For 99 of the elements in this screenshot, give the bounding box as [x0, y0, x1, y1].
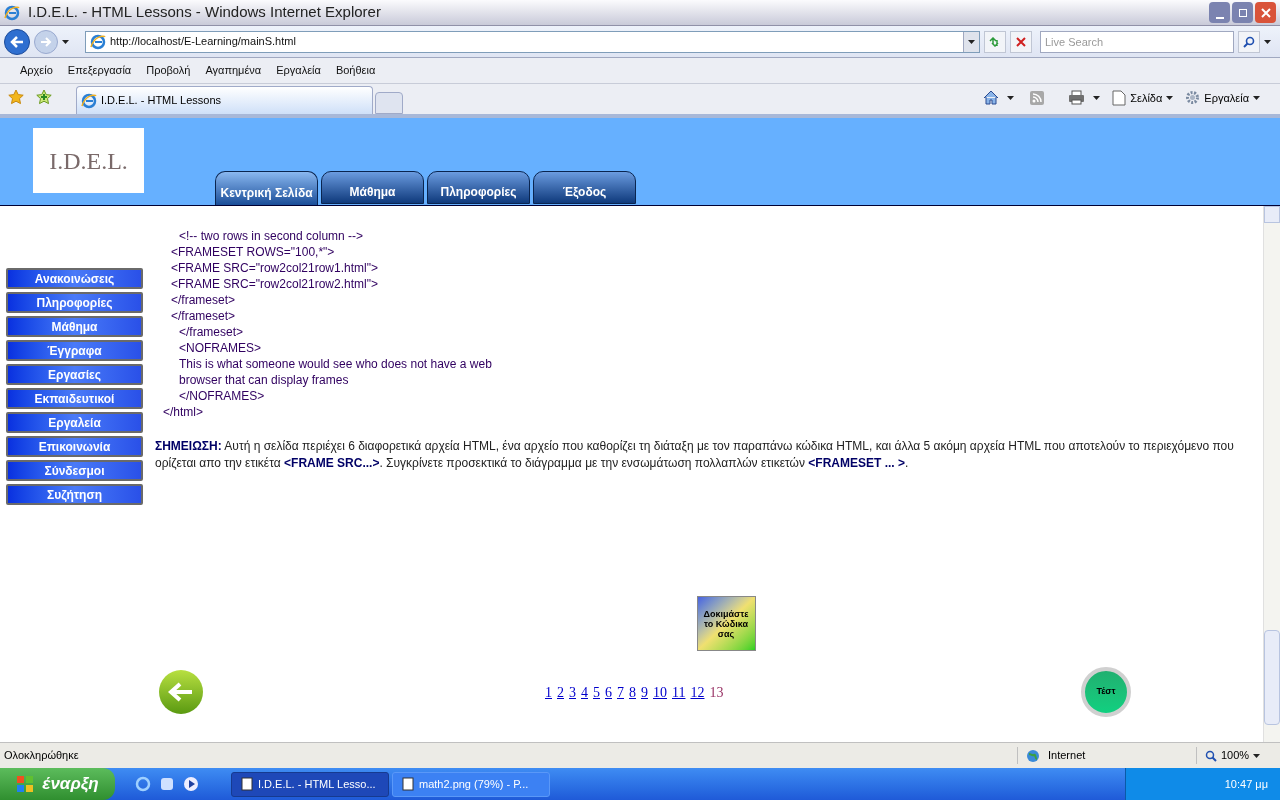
- page-link[interactable]: 1: [545, 681, 552, 703]
- page-icon: [1112, 89, 1127, 106]
- search-button[interactable]: [1238, 30, 1260, 53]
- menu-item[interactable]: Αγαπημένα: [205, 62, 262, 79]
- caret-icon[interactable]: [968, 39, 975, 44]
- magnifier-icon: [1205, 749, 1217, 762]
- taskbar-task[interactable]: I.D.E.L. - HTML Lesso...: [231, 771, 389, 797]
- caret-icon[interactable]: [62, 39, 69, 44]
- stop-icon: [1016, 36, 1026, 47]
- test-button[interactable]: Τέστ: [1081, 667, 1131, 717]
- page-link[interactable]: 3: [569, 681, 576, 703]
- browser-tab[interactable]: I.D.E.L. - HTML Lessons: [76, 86, 373, 114]
- play-icon[interactable]: [183, 776, 199, 792]
- clock: 10:47 μμ: [1224, 776, 1268, 792]
- code-line: </frameset>: [170, 292, 237, 308]
- caret-icon[interactable]: [1093, 95, 1101, 100]
- code-line: browser that can display frames: [178, 372, 350, 388]
- page-link[interactable]: 12: [690, 681, 705, 703]
- caret-icon[interactable]: [1264, 39, 1271, 44]
- sidebar-button[interactable]: Πληροφορίες: [6, 292, 143, 313]
- refresh-button[interactable]: [984, 30, 1006, 53]
- refresh-icon: [989, 36, 1001, 47]
- windows-logo-icon: [16, 775, 35, 793]
- restore-button[interactable]: [1232, 2, 1253, 23]
- caret-icon[interactable]: [1253, 753, 1261, 758]
- home-icon[interactable]: [983, 90, 1000, 106]
- note-paragraph: ΣΗΜΕΙΩΣΗ: Αυτή η σελίδα περιέχει 6 διαφορετικά αρχεία HTML, ένα αρχείο που καθορίζει τη διάταξη με τον παραπάνω κώδικα HTML, και άλλα 5 ακόμη αρχεία HTML που αποτελούν το περιεχόμενο που ορίζεται απο την ετικέτα <FRAME SRC...>. Συγκρίνετε προσεκτικά το διάγραμμα με την ενσωμάτωση πολλαπλών ετικετών <FRAMESET ... >.: [155, 438, 1235, 472]
- window-icon[interactable]: [159, 776, 175, 792]
- code-line: </frameset>: [170, 308, 237, 324]
- page-link[interactable]: 6: [605, 681, 612, 703]
- code-line: <FRAMESET ROWS="100,*">: [170, 244, 336, 260]
- sidebar-button[interactable]: Σύνδεσμοι: [6, 460, 143, 481]
- caret-icon[interactable]: [1166, 95, 1174, 100]
- close-button[interactable]: [1255, 2, 1276, 23]
- minimize-button[interactable]: [1209, 2, 1230, 23]
- page-link[interactable]: 11: [672, 681, 686, 703]
- menu-item[interactable]: Βοήθεια: [335, 62, 376, 79]
- scrollbar[interactable]: [1263, 206, 1280, 742]
- code-line: <NOFRAMES>: [178, 340, 263, 356]
- zoom-button[interactable]: 100%: [1196, 747, 1276, 764]
- page-link[interactable]: 7: [617, 681, 624, 703]
- search-field[interactable]: Live Search: [1040, 30, 1234, 53]
- caret-icon[interactable]: [1253, 95, 1260, 100]
- code-line: This is what someone would see who does not have a web: [178, 356, 493, 372]
- taskbar-task[interactable]: math2.png (79%) - P...: [392, 771, 550, 797]
- forward-arrow-icon: [40, 36, 52, 47]
- close-icon: [1260, 7, 1271, 18]
- search-icon: [1243, 35, 1255, 48]
- nav-tab[interactable]: Μάθημα: [321, 171, 424, 204]
- left-arrow-icon: [168, 682, 194, 702]
- menu-item[interactable]: Επεξεργασία: [67, 62, 132, 79]
- page-link[interactable]: 5: [593, 681, 600, 703]
- try-code-button[interactable]: Δοκιμάστε το Κώδικα σας: [696, 596, 756, 651]
- printer-icon[interactable]: [1068, 90, 1086, 106]
- dropdown-button[interactable]: [963, 31, 979, 52]
- code-line: </html>: [163, 404, 205, 420]
- address-field[interactable]: http://localhost/E-Learning/mainS.html: [85, 30, 980, 53]
- sidebar-button[interactable]: Έγγραφα: [6, 340, 143, 361]
- zone-label: Internet: [1048, 748, 1087, 764]
- sidebar-button[interactable]: Συζήτηση: [6, 484, 143, 505]
- code-line: <FRAME SRC="row2col21row2.html">: [170, 276, 379, 292]
- scroll-thumb[interactable]: [1264, 630, 1280, 725]
- add-favorite-icon[interactable]: [36, 89, 52, 105]
- sidebar-button[interactable]: Μάθημα: [6, 316, 143, 337]
- nav-tab[interactable]: Πληροφορίες: [427, 171, 530, 204]
- page-link[interactable]: 10: [653, 681, 667, 703]
- window-title: I.D.E.L. - HTML Lessons - Windows Internet Explorer: [28, 2, 381, 23]
- nav-tab[interactable]: Κεντρική Σελίδα: [215, 171, 318, 205]
- page-link[interactable]: 9: [641, 681, 648, 703]
- tools-menu-button[interactable]: Εργαλεία: [1185, 89, 1260, 106]
- code-line: <FRAME SRC="row2col21row1.html">: [170, 260, 379, 276]
- page-link[interactable]: 13: [709, 681, 724, 703]
- nav-tab[interactable]: Έξοδος: [533, 171, 636, 204]
- sidebar-button[interactable]: Ανακοινώσεις: [6, 268, 143, 289]
- caret-icon[interactable]: [1007, 95, 1015, 100]
- favorites-star-icon[interactable]: [8, 89, 24, 105]
- page-link[interactable]: 4: [581, 681, 588, 703]
- page-menu-button[interactable]: Σελίδα: [1112, 89, 1174, 106]
- status-text: Ολοκληρώθηκε: [4, 748, 79, 764]
- back-button[interactable]: [4, 28, 30, 55]
- sidebar-button[interactable]: Επικοινωνία: [6, 436, 143, 457]
- page-link[interactable]: 8: [629, 681, 636, 703]
- code-line: <!-- two rows in second column -->: [178, 228, 365, 244]
- stop-button[interactable]: [1010, 30, 1032, 53]
- back-button[interactable]: [159, 670, 203, 714]
- sidebar-button[interactable]: Εκπαιδευτικοί: [6, 388, 143, 409]
- code-line: </frameset>: [178, 324, 245, 340]
- menu-item[interactable]: Εργαλεία: [276, 62, 321, 79]
- page-link[interactable]: 2: [557, 681, 564, 703]
- menu-item[interactable]: Αρχείο: [20, 62, 53, 79]
- menu-item[interactable]: Προβολή: [146, 62, 191, 79]
- sidebar-button[interactable]: Εργασίες: [6, 364, 143, 385]
- globe-icon: [1026, 748, 1040, 763]
- code-line: </NOFRAMES>: [178, 388, 266, 404]
- sidebar-button[interactable]: Εργαλεία: [6, 412, 143, 433]
- site-logo: I.D.E.L.: [33, 128, 144, 193]
- back-arrow-icon: [10, 35, 24, 48]
- document-icon: [240, 777, 254, 791]
- document-icon: [401, 777, 415, 791]
